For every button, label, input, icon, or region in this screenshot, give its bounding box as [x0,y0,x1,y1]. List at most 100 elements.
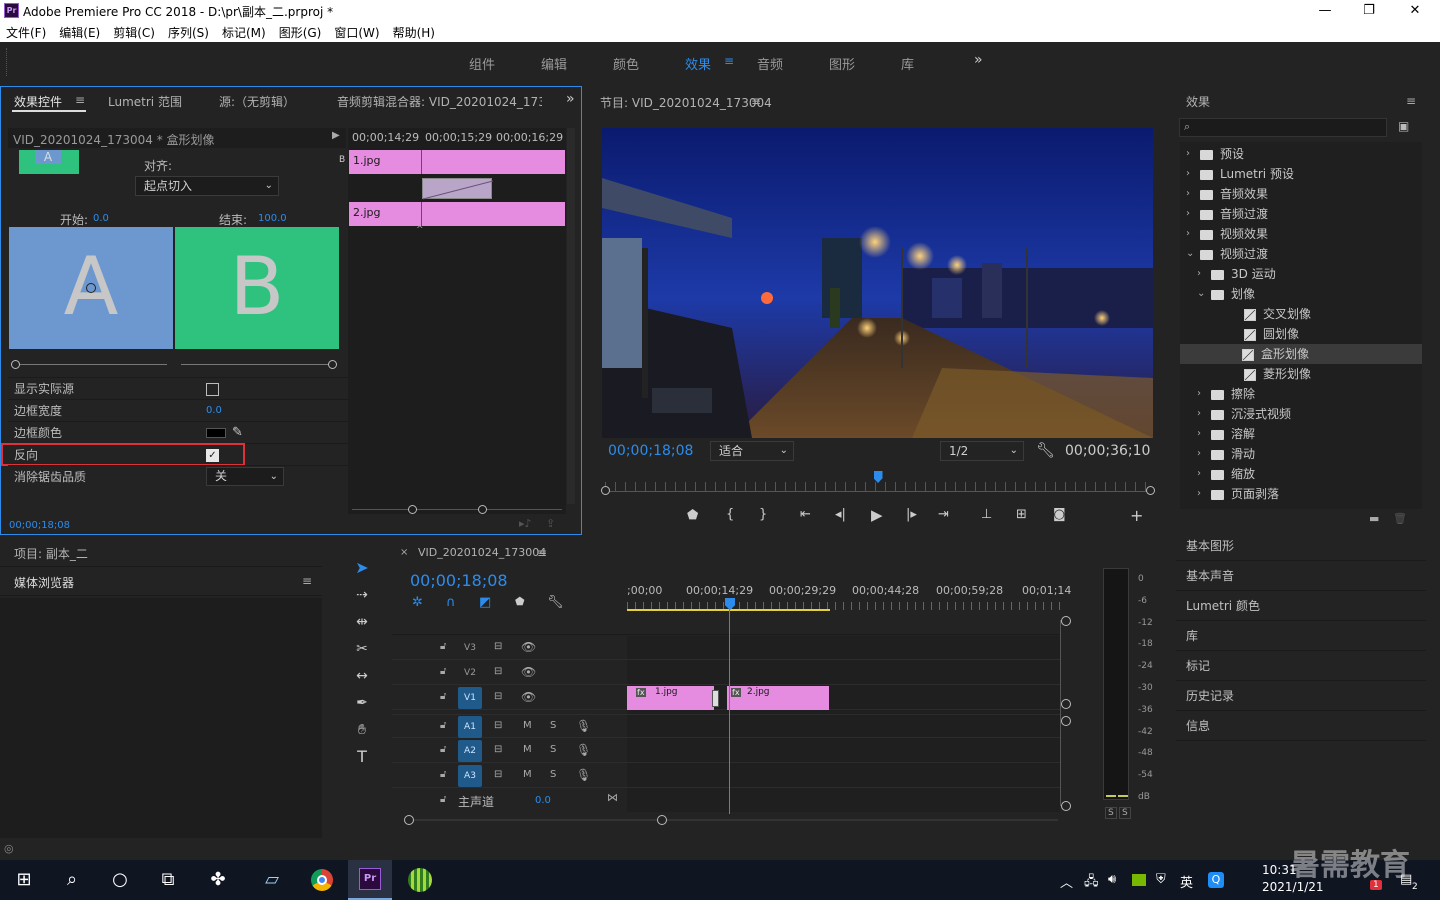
task-view-icon[interactable]: ⧉ [152,864,184,896]
panel-lumetri-color[interactable]: Lumetri 颜色 [1176,591,1426,621]
network-icon[interactable]: 🖧︎ [1084,872,1099,894]
track-v2-label[interactable]: V2 [458,662,482,684]
button-editor-icon[interactable]: + [1130,506,1143,525]
border-width-value[interactable]: 0.0 [206,400,222,422]
effects-menu-icon[interactable]: ≡ [1406,94,1416,108]
tab-lumetri-scopes[interactable]: Lumetri 范围 [108,93,182,110]
type-tool-icon[interactable]: T [352,747,372,767]
project-title[interactable]: 项目: 副本_二 [14,545,88,562]
sync-lock-icon[interactable]: ⊟ [494,691,502,702]
cortana-icon[interactable]: ○ [104,864,136,896]
align-dropdown[interactable]: 起点切入 ⌄ [135,176,279,196]
effects-tree-item[interactable]: 交叉划像 [1182,304,1420,324]
chevron-right-icon[interactable]: › [1197,484,1201,504]
effects-tree-item[interactable]: › 视频效果 [1182,224,1420,244]
mark-out-icon[interactable]: } [759,507,767,522]
show-actual-source-checkbox[interactable] [206,383,219,396]
add-marker-icon[interactable]: ⬟ [687,508,698,523]
timeline-clip-1[interactable]: fx 1.jpg [627,686,714,710]
step-back-icon[interactable]: ◂| [835,507,846,522]
lift-icon[interactable]: ⊥ [981,507,992,522]
nvidia-icon[interactable] [1132,874,1146,886]
effect-controls-menu-icon[interactable]: ≡ [75,93,85,107]
mini-zoom-knob-left[interactable] [408,505,417,514]
border-color-swatch[interactable] [206,428,226,438]
microphone-icon[interactable]: 🎙︎ [576,743,591,757]
menu-clip[interactable]: 剪辑(C) [113,24,155,41]
eye-icon[interactable]: 👁︎ [521,665,536,679]
lock-icon[interactable]: 🔓︎ [440,720,446,731]
panel-history[interactable]: 历史记录 [1176,681,1426,711]
effects-tree-item[interactable]: › 3D 运动 [1182,264,1420,284]
solo-right-button[interactable]: S [1119,807,1131,819]
snap-icon[interactable]: ∩ [446,595,456,610]
solo-left-button[interactable]: S [1105,807,1117,819]
timeline-timecode[interactable]: 00;00;18;08 [410,571,508,590]
workspace-tab-color[interactable]: 颜色 [613,54,639,73]
v-zoom-knob-3[interactable] [1061,716,1071,726]
track-a1-label[interactable]: A1 [458,716,482,738]
workspace-tab-graphics[interactable]: 图形 [829,54,855,73]
effects-tree-item[interactable]: › 沉浸式视频 [1182,404,1420,424]
lock-icon[interactable]: 🔓︎ [440,691,446,702]
timeline-settings-icon[interactable]: 🔧︎ [547,595,564,610]
eye-icon[interactable]: 👁︎ [521,640,536,654]
chevron-right-icon[interactable]: › [1186,204,1190,224]
effects-tree-item[interactable]: › 预设 [1182,144,1420,164]
export-frame-icon[interactable]: ◙ [1053,507,1066,522]
windows-start-icon[interactable]: ⊞ [8,864,40,896]
eyedropper-icon[interactable]: ✎ [232,422,243,444]
vertical-scroll-track[interactable] [1060,620,1061,806]
sequence-tab[interactable]: VID_20201024_173004 [418,546,546,559]
resolution-dropdown[interactable]: 1/2 ⌄ [940,441,1024,461]
sync-lock-icon[interactable]: ⊟ [494,744,502,755]
delete-icon[interactable]: 🗑︎ [1393,512,1407,525]
sync-lock-icon[interactable]: ⊟ [494,641,502,652]
maximize-icon[interactable]: ❐ [1346,0,1392,22]
effects-tree-item[interactable]: › 页面剥落 [1182,484,1420,504]
chevron-down-icon[interactable]: ⌄ [1186,244,1194,264]
program-menu-icon[interactable]: ≡ [751,94,761,108]
panel-info[interactable]: 信息 [1176,711,1426,741]
effects-tree-item[interactable]: › 缩放 [1182,464,1420,484]
chrome-icon[interactable] [306,864,338,896]
program-current-timecode[interactable]: 00;00;18;08 [608,443,693,459]
razor-tool-icon[interactable]: ✂ [352,639,372,659]
qq-icon[interactable]: Q [1208,872,1224,888]
workspace-tab-libraries[interactable]: 库 [901,54,914,73]
effects-tree-item[interactable]: › 音频过渡 [1182,204,1420,224]
menu-window[interactable]: 窗口(W) [334,24,379,41]
effects-search-input[interactable]: ⌕ [1179,118,1387,137]
effects-tree-item[interactable]: › 滑动 [1182,444,1420,464]
end-slider-knob[interactable] [328,360,337,369]
start-value[interactable]: 0.0 [93,213,109,224]
chevron-right-icon[interactable]: › [1197,444,1201,464]
effects-tree-item[interactable]: 圆划像 [1182,324,1420,344]
go-to-out-icon[interactable]: ⇥ [938,507,949,522]
selection-tool-icon[interactable]: ➤ [352,558,372,578]
add-marker-timeline-icon[interactable]: ⬟ [515,595,525,608]
end-slider-track[interactable] [181,364,333,365]
mini-playhead-icon[interactable]: ^ [416,225,424,235]
workspace-tab-editing[interactable]: 编辑 [541,54,567,73]
eye-icon[interactable]: 👁︎ [521,690,536,704]
start-slider-knob[interactable] [11,360,20,369]
extract-icon[interactable]: ⊞ [1016,507,1027,522]
program-scrubber[interactable] [605,482,1150,492]
program-video-frame[interactable] [602,128,1153,438]
chevron-right-icon[interactable]: › [1197,404,1201,424]
expand-arrow-icon[interactable]: ▶ [332,130,340,141]
workspace-tab-audio[interactable]: 音频 [757,54,783,73]
minimize-icon[interactable]: — [1302,0,1348,22]
effects-tree-item[interactable]: 菱形划像 [1182,364,1420,384]
mute-button[interactable]: M [523,744,532,755]
workspace-tab-assembly[interactable]: 组件 [469,54,495,73]
chevron-right-icon[interactable]: › [1186,144,1190,164]
effect-controls-timecode[interactable]: 00;00;18;08 [9,520,70,531]
notepad-app-icon[interactable]: ▱ [256,864,288,896]
master-volume-value[interactable]: 0.0 [535,795,551,806]
panel-essential-graphics[interactable]: 基本图形 [1176,531,1426,561]
v-zoom-knob-1[interactable] [1061,616,1071,626]
media-browser-menu-icon[interactable]: ≡ [302,574,312,588]
action-center-icon[interactable]: ▤ [1400,872,1412,887]
